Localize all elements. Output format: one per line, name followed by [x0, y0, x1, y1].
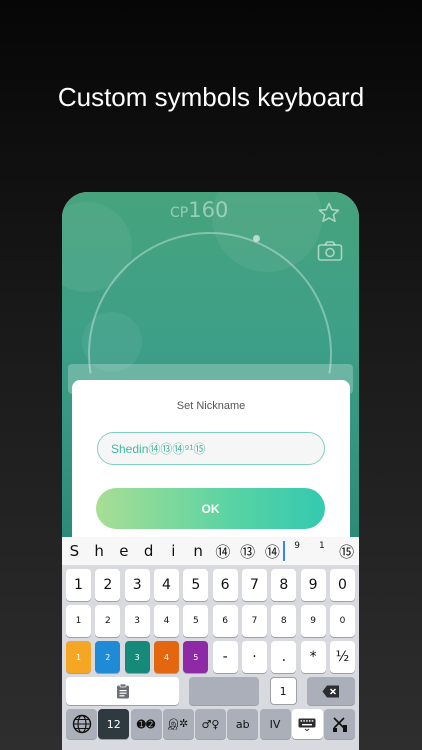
dialog-title: Set Nickname: [176, 400, 246, 412]
suggestion-key[interactable]: e: [112, 537, 137, 565]
nickname-dialog: Set Nickname Shedin⑭⑬⑭⁹¹⑮ OK: [72, 380, 350, 537]
key[interactable]: 3: [124, 605, 150, 637]
mode-key-symbols[interactable]: இ✲: [162, 709, 194, 739]
key[interactable]: 8: [271, 605, 297, 637]
phone-screen: CP160 Set Nickname Shedin⑭⑬⑭⁹¹⑮ OK S h e…: [62, 192, 359, 750]
key[interactable]: 4: [153, 605, 179, 637]
small-number-row: 1 2 3 4 5 6 7 8 9 0: [66, 605, 355, 637]
key[interactable]: 9: [300, 569, 326, 601]
color-key-dark-orange[interactable]: 4: [153, 641, 179, 673]
key[interactable]: -: [212, 641, 238, 673]
key[interactable]: 7: [241, 569, 267, 601]
key[interactable]: 5: [183, 569, 209, 601]
key[interactable]: 6: [212, 605, 238, 637]
mode-key-gender[interactable]: ♂♀: [195, 709, 226, 739]
number-row: 1 2 3 4 5 6 7 8 9 0: [66, 569, 355, 601]
color-key-blue[interactable]: 2: [95, 641, 121, 673]
keyboard-switch-key[interactable]: [291, 709, 323, 739]
suggestion-key[interactable]: S: [62, 537, 87, 565]
key[interactable]: 2: [95, 605, 121, 637]
clipboard-key[interactable]: [66, 677, 179, 705]
suggestion-bar: S h e d i n ⑭ ⑬ ⑭ 9 1 ⑮: [62, 537, 359, 565]
key[interactable]: 2: [95, 569, 121, 601]
settings-tools-key[interactable]: [324, 709, 355, 739]
key[interactable]: ½: [329, 641, 355, 673]
key[interactable]: .: [271, 641, 297, 673]
key[interactable]: 1: [66, 569, 91, 601]
color-key-orange[interactable]: 1: [66, 641, 91, 673]
key[interactable]: 1: [66, 605, 91, 637]
color-key-purple[interactable]: 5: [183, 641, 209, 673]
cp-display: CP160: [170, 198, 228, 222]
key[interactable]: ·: [241, 641, 267, 673]
key[interactable]: 8: [271, 569, 297, 601]
suggestion-key[interactable]: 1: [310, 537, 335, 565]
key[interactable]: 6: [212, 569, 238, 601]
mode-key-circled[interactable]: ➊➋: [130, 709, 162, 739]
suggestion-key[interactable]: i: [161, 537, 186, 565]
key[interactable]: 3: [124, 569, 150, 601]
backspace-icon: [322, 685, 339, 697]
color-key-teal[interactable]: 3: [124, 641, 150, 673]
suggestion-key[interactable]: h: [87, 537, 112, 565]
tools-icon: [332, 717, 347, 732]
key[interactable]: 9: [300, 605, 326, 637]
nickname-input[interactable]: Shedin⑭⑬⑭⁹¹⑮: [97, 432, 325, 465]
action-row: 1: [66, 677, 355, 705]
cp-arc-marker: [253, 235, 260, 242]
suggestion-key[interactable]: ⑬: [235, 537, 260, 565]
camera-icon[interactable]: [317, 240, 343, 262]
mode-key-letters[interactable]: ab: [227, 709, 259, 739]
suggestion-key[interactable]: ⑭: [260, 537, 285, 565]
key[interactable]: 0: [329, 605, 355, 637]
space-key[interactable]: [189, 677, 260, 705]
key[interactable]: 5: [183, 605, 209, 637]
suggestion-key[interactable]: ⑮: [334, 537, 359, 565]
suggestion-key[interactable]: d: [136, 537, 161, 565]
keyboard-icon: [298, 718, 316, 731]
suggestion-key[interactable]: n: [186, 537, 211, 565]
keyboard-keys: 1 2 3 4 5 6 7 8 9 0 1 2 3 4 5 6 7 8 9 0 …: [66, 569, 355, 743]
custom-keyboard: S h e d i n ⑭ ⑬ ⑭ 9 1 ⑮ 1 2 3 4 5 6 7 8 …: [62, 537, 359, 750]
cp-label: CP: [170, 205, 189, 221]
mode-key-iv[interactable]: IV: [259, 709, 291, 739]
key[interactable]: 1: [269, 677, 297, 705]
mode-row: 12 ➊➋ இ✲ ♂♀ ab IV: [66, 709, 355, 739]
star-icon[interactable]: [317, 201, 341, 225]
suggestion-key[interactable]: ⑭: [211, 537, 236, 565]
key[interactable]: 7: [241, 605, 267, 637]
key[interactable]: *: [300, 641, 326, 673]
globe-key[interactable]: [66, 709, 97, 739]
cp-value: 160: [188, 198, 229, 222]
backspace-key[interactable]: [306, 677, 355, 705]
key[interactable]: 0: [329, 569, 355, 601]
color-symbol-row: 1 2 3 4 5 - · . * ½: [66, 641, 355, 673]
key[interactable]: 4: [153, 569, 179, 601]
ok-button[interactable]: OK: [96, 488, 325, 529]
headline: Custom symbols keyboard: [57, 82, 365, 112]
mode-key-numbers[interactable]: 12: [98, 709, 130, 739]
globe-icon: [72, 714, 91, 734]
suggestion-key[interactable]: 9: [285, 537, 310, 565]
clipboard-icon: [116, 683, 129, 699]
